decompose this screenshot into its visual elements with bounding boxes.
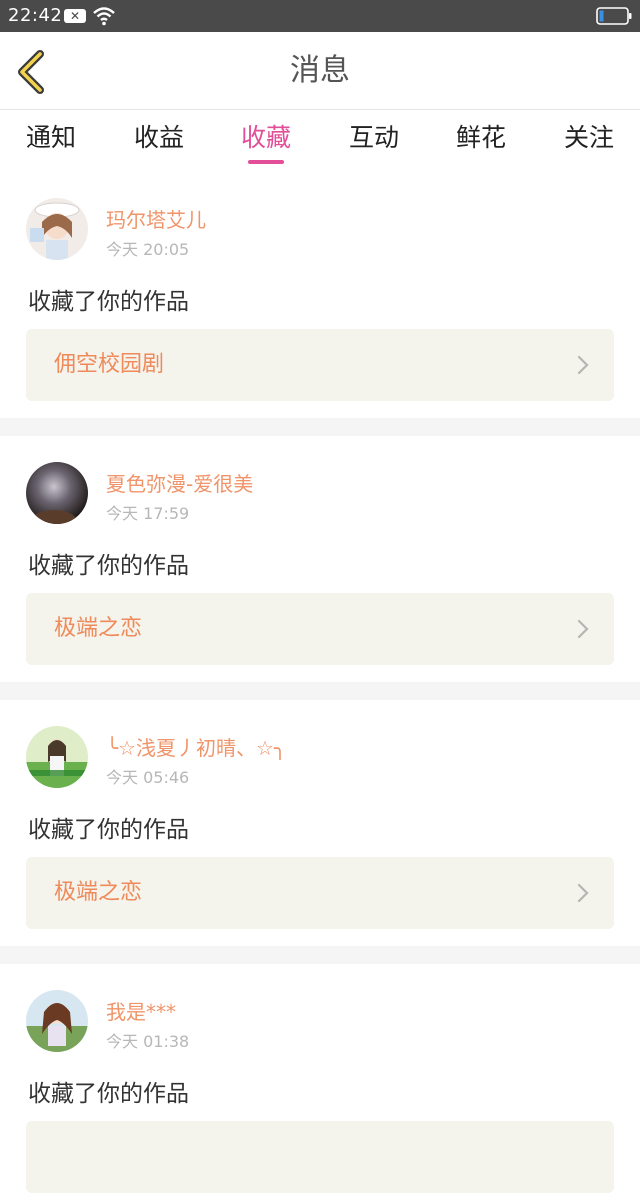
tab-label: 鲜花 — [455, 123, 506, 152]
divider — [0, 418, 640, 436]
tab-following[interactable]: 关注 — [539, 110, 639, 172]
username[interactable]: 我是*** — [106, 996, 176, 1025]
timestamp: 今天 05:46 — [106, 768, 190, 787]
tab-interactions[interactable]: 互动 — [324, 110, 424, 172]
tab-label: 关注 — [563, 123, 614, 152]
action-text: 收藏了你的作品 — [28, 553, 189, 579]
username[interactable]: ╰☆浅夏丿初晴、☆╮ — [106, 732, 286, 761]
tab-notifications[interactable]: 通知 — [1, 110, 101, 172]
tab-earnings[interactable]: 收益 — [109, 110, 209, 172]
username[interactable]: 夏色弥漫-爱很美 — [106, 468, 253, 497]
page-title: 消息 — [290, 53, 350, 88]
avatar[interactable] — [26, 726, 88, 788]
timestamp: 今天 20:05 — [106, 240, 190, 259]
divider — [0, 682, 640, 700]
work-link[interactable]: 佣空校园剧 — [26, 329, 614, 401]
wifi-icon — [93, 7, 115, 26]
message-card: 玛尔塔艾儿 今天 20:05 收藏了你的作品 佣空校园剧 — [0, 172, 640, 418]
battery-icon — [596, 7, 632, 25]
status-time: 22:42 — [8, 5, 63, 26]
tab-flowers[interactable]: 鲜花 — [431, 110, 531, 172]
avatar[interactable] — [26, 990, 88, 1052]
tab-label: 通知 — [25, 123, 76, 152]
chevron-right-icon — [577, 619, 589, 639]
work-link[interactable]: 极端之恋 — [26, 857, 614, 929]
message-card: 夏色弥漫-爱很美 今天 17:59 收藏了你的作品 极端之恋 — [0, 436, 640, 682]
active-tab-indicator — [248, 160, 284, 164]
tab-bar: 通知 收益 收藏 互动 鲜花 关注 — [0, 110, 640, 172]
action-text: 收藏了你的作品 — [28, 1081, 189, 1107]
work-link[interactable] — [26, 1121, 614, 1193]
action-text: 收藏了你的作品 — [28, 289, 189, 315]
avatar[interactable] — [26, 198, 88, 260]
work-link[interactable]: 极端之恋 — [26, 593, 614, 665]
chevron-right-icon — [577, 355, 589, 375]
tab-label: 互动 — [348, 123, 399, 152]
tab-favorites[interactable]: 收藏 — [216, 110, 316, 172]
close-x-icon: ✕ — [64, 9, 86, 23]
tab-label: 收益 — [133, 123, 184, 152]
work-title: 佣空校园剧 — [54, 352, 165, 377]
timestamp: 今天 17:59 — [106, 504, 190, 523]
message-card: ╰☆浅夏丿初晴、☆╮ 今天 05:46 收藏了你的作品 极端之恋 — [0, 700, 640, 946]
message-card: 我是*** 今天 01:38 收藏了你的作品 — [0, 964, 640, 1193]
header: 消息 — [0, 32, 640, 110]
avatar[interactable] — [26, 462, 88, 524]
divider — [0, 946, 640, 964]
work-title: 极端之恋 — [54, 616, 143, 641]
status-bar: 22:42 ✕ — [0, 0, 640, 32]
username[interactable]: 玛尔塔艾儿 — [106, 204, 206, 233]
timestamp: 今天 01:38 — [106, 1032, 190, 1051]
tab-label: 收藏 — [240, 123, 291, 152]
action-text: 收藏了你的作品 — [28, 817, 189, 843]
work-title: 极端之恋 — [54, 880, 143, 905]
chevron-right-icon — [577, 883, 589, 903]
